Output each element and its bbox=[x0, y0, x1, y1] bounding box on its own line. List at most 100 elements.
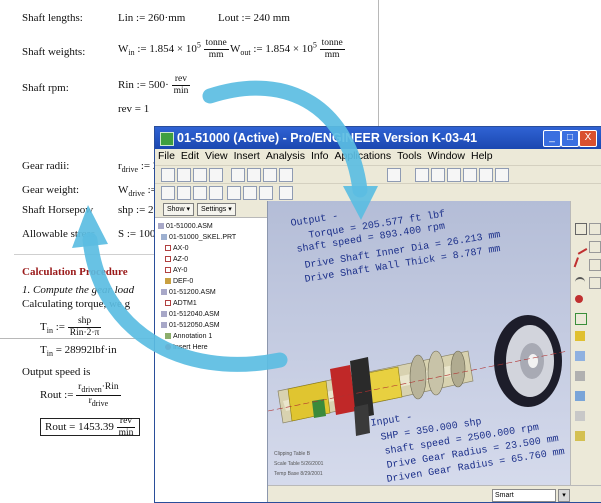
datum-axis-icon bbox=[165, 245, 171, 252]
proe-window[interactable]: 01-51000 (Active) - Pro/ENGINEER Version… bbox=[154, 126, 601, 503]
allowable-stress-label: Allowable stress bbox=[22, 228, 96, 240]
tree-item[interactable]: 01-51000.ASM bbox=[158, 223, 213, 230]
extra-tool-icon[interactable] bbox=[589, 259, 601, 271]
regenerate-icon[interactable] bbox=[387, 168, 401, 182]
hidden-line-icon[interactable] bbox=[177, 186, 191, 200]
mirror-tool-icon[interactable] bbox=[575, 431, 585, 441]
orient-icon[interactable] bbox=[463, 168, 477, 182]
pattern-tool-icon[interactable] bbox=[575, 411, 585, 421]
copy-icon[interactable] bbox=[279, 168, 293, 182]
tree-item[interactable]: AX-0 bbox=[165, 245, 189, 252]
window-title: 01-51000 (Active) - Pro/ENGINEER Version… bbox=[177, 131, 478, 145]
tree-item[interactable]: 01-512050.ASM bbox=[161, 322, 220, 329]
hole-tool-icon[interactable] bbox=[575, 371, 585, 381]
menu-tools[interactable]: Tools bbox=[394, 149, 425, 162]
datum-axes-icon[interactable] bbox=[243, 186, 257, 200]
rdrive-eq: rdrive := 2 bbox=[118, 160, 159, 175]
datum-points-icon[interactable] bbox=[259, 186, 273, 200]
step-1: 1. Compute the gear load bbox=[22, 284, 135, 296]
save-icon[interactable] bbox=[193, 168, 207, 182]
datum-plane-tool-icon[interactable] bbox=[575, 223, 587, 235]
menu-applications[interactable]: Applications bbox=[331, 149, 394, 162]
csys-tool-icon[interactable] bbox=[575, 313, 587, 325]
tree-item[interactable]: 01-512040.ASM bbox=[161, 311, 220, 318]
model-tree: Show ▾ Settings ▾ 01-51000.ASM 01-51000_… bbox=[155, 201, 268, 502]
wireframe-icon[interactable] bbox=[161, 186, 175, 200]
extra-tool-icon[interactable] bbox=[589, 241, 601, 253]
zoom-in-icon[interactable] bbox=[415, 168, 429, 182]
new-icon[interactable] bbox=[161, 168, 175, 182]
tree-header: Show ▾ Settings ▾ bbox=[155, 201, 267, 218]
app-icon bbox=[160, 132, 174, 146]
datum-axis-icon bbox=[165, 256, 171, 263]
tree-item[interactable]: AZ-0 bbox=[165, 256, 188, 263]
assembly-icon bbox=[161, 289, 167, 296]
tin-eq: Tin := shp Rin·2·π bbox=[40, 316, 102, 338]
shaft-rpm-label: Shaft rpm: bbox=[22, 82, 69, 94]
minimize-button[interactable]: _ bbox=[543, 130, 561, 147]
shaft-weights-label: Shaft weights: bbox=[22, 46, 86, 58]
part-icon bbox=[161, 234, 167, 241]
menu-analysis[interactable]: Analysis bbox=[263, 149, 308, 162]
no-hidden-icon[interactable] bbox=[193, 186, 207, 200]
menu-bar: File Edit View Insert Analysis Info Applicatio… bbox=[155, 149, 601, 165]
zoom-out-icon[interactable] bbox=[431, 168, 445, 182]
chevron-down-icon[interactable]: ▾ bbox=[558, 489, 570, 502]
help-icon[interactable] bbox=[279, 186, 293, 200]
extra-tool-icon[interactable] bbox=[589, 223, 601, 235]
settings-button[interactable]: Settings ▾ bbox=[197, 203, 236, 216]
viewport-note: Clipping Table B bbox=[274, 451, 311, 457]
assembly-icon bbox=[161, 322, 167, 329]
tree-item[interactable]: ADTM1 bbox=[165, 300, 197, 307]
layers-icon[interactable] bbox=[495, 168, 509, 182]
refit-icon[interactable] bbox=[447, 168, 461, 182]
menu-file[interactable]: File bbox=[155, 149, 178, 162]
maximize-button[interactable]: □ bbox=[561, 130, 579, 147]
redo-icon[interactable] bbox=[247, 168, 261, 182]
tree-item[interactable]: Annotation 1 bbox=[165, 333, 212, 340]
show-button[interactable]: Show ▾ bbox=[163, 203, 194, 216]
tree-item[interactable]: 01-51000_SKEL.PRT bbox=[161, 234, 236, 241]
sketch-tool-icon[interactable] bbox=[575, 277, 585, 289]
shading-icon[interactable] bbox=[209, 186, 223, 200]
selection-filter-select[interactable]: Smart bbox=[492, 489, 556, 502]
extra-tool-icon[interactable] bbox=[589, 277, 601, 289]
extrude-tool-icon[interactable] bbox=[575, 331, 585, 341]
revolve-tool-icon[interactable] bbox=[575, 351, 585, 361]
datum-planes-icon[interactable] bbox=[227, 186, 241, 200]
assembly-icon bbox=[158, 223, 164, 230]
tree-item[interactable]: AY-0 bbox=[165, 267, 187, 274]
graphics-viewport[interactable]: Output - Torque = 205.577 ft lbf shaft s… bbox=[268, 201, 570, 502]
tree-item[interactable]: Insert Here bbox=[165, 344, 208, 351]
datum-plane-icon bbox=[165, 300, 171, 307]
menu-insert[interactable]: Insert bbox=[231, 149, 263, 162]
calc-heading: Calculation Procedure bbox=[22, 266, 128, 278]
title-bar[interactable]: 01-51000 (Active) - Pro/ENGINEER Version… bbox=[155, 127, 601, 149]
open-icon[interactable] bbox=[177, 168, 191, 182]
round-tool-icon[interactable] bbox=[575, 391, 585, 401]
undo-icon[interactable] bbox=[231, 168, 245, 182]
point-tool-icon[interactable] bbox=[575, 295, 583, 303]
datum-axis-icon bbox=[165, 267, 171, 274]
viewport-note: Temp Base 8/29/2001 bbox=[274, 471, 323, 477]
annotation-icon bbox=[165, 333, 171, 340]
print-icon[interactable] bbox=[209, 168, 223, 182]
menu-help[interactable]: Help bbox=[468, 149, 496, 162]
lin-eq: Lin := 260·mm bbox=[118, 12, 186, 24]
menu-view[interactable]: View bbox=[202, 149, 231, 162]
rout-result-box: Rout = 1453.39 rev min bbox=[40, 416, 141, 439]
axis-tool-icon[interactable] bbox=[572, 239, 588, 255]
cut-icon[interactable] bbox=[263, 168, 277, 182]
views-icon[interactable] bbox=[479, 168, 493, 182]
curve-tool-icon[interactable] bbox=[573, 257, 589, 271]
close-button[interactable]: X bbox=[579, 130, 597, 147]
calc-torque-text: Calculating torque, we g bbox=[22, 298, 131, 310]
rev-eq: rev = 1 bbox=[118, 103, 150, 115]
win-eq: Win := 1.854 × 105 tonne mm bbox=[118, 38, 229, 60]
menu-info[interactable]: Info bbox=[308, 149, 332, 162]
menu-edit[interactable]: Edit bbox=[178, 149, 202, 162]
tree-item[interactable]: 01-51200.ASM bbox=[161, 289, 216, 296]
tree-item[interactable]: DEF-0 bbox=[165, 278, 193, 285]
viewport-note: Scale Table 5/26/2001 bbox=[274, 461, 324, 467]
menu-window[interactable]: Window bbox=[425, 149, 468, 162]
